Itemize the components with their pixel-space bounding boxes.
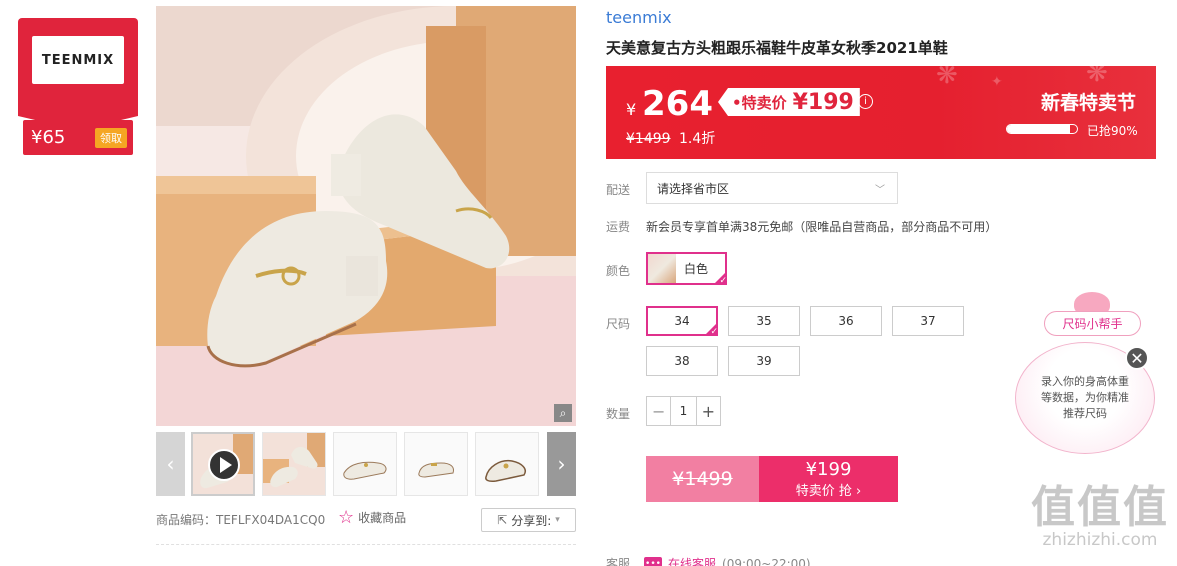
share-button[interactable]: ⇱ 分享到: ▾ — [481, 508, 576, 532]
info-icon[interactable]: i — [858, 94, 873, 109]
thumbnail-5[interactable] — [475, 432, 539, 496]
thumbnail-image — [405, 433, 467, 495]
coupon-bar[interactable]: ¥65 领取 — [23, 120, 133, 155]
decoration-icon: ✦ — [991, 74, 1003, 90]
size-option-36[interactable]: 36 — [810, 306, 882, 336]
product-title: 天美意复古方头粗跟乐福鞋牛皮革女秋季2021单鞋 — [606, 39, 948, 57]
thumbnail-image — [476, 433, 538, 495]
quantity-minus-button[interactable]: − — [647, 397, 670, 425]
watermark-url: zhizhizhi.com — [1042, 530, 1158, 550]
service-row: 客服 ••• 在线客服 (09:00~22:00) — [606, 555, 811, 566]
buy-button[interactable]: ¥199 特卖价 抢 › — [759, 456, 898, 502]
share-icon: ⇱ — [497, 513, 508, 527]
sold-progress-fill — [1007, 125, 1070, 133]
brand-link[interactable]: teenmix — [606, 8, 672, 27]
thumbnail-strip: ‹ › — [156, 432, 576, 496]
buy-original-price: ¥1499 — [672, 468, 733, 490]
special-price-label: •特卖价 — [732, 93, 787, 112]
special-price-value: ¥199 — [792, 89, 854, 115]
quantity-input[interactable]: 1 — [670, 397, 697, 425]
size-option-34[interactable]: 34 ✓ — [646, 306, 718, 337]
coupon-amount: ¥65 — [31, 127, 66, 148]
region-placeholder: 请选择省市区 — [657, 181, 730, 196]
favorite-label: 收藏商品 — [358, 511, 407, 525]
size-option-label: 39 — [756, 354, 772, 368]
thumbnail-next-button[interactable]: › — [547, 432, 576, 496]
size-option-35[interactable]: 35 — [728, 306, 800, 336]
check-icon: ✓ — [713, 271, 727, 286]
main-product-image[interactable]: ⌕ — [156, 6, 576, 426]
zoom-icon[interactable]: ⌕ — [554, 404, 572, 422]
buy-price: ¥199 — [805, 458, 852, 480]
star-icon: ☆ — [338, 506, 355, 528]
event-title: 新春特卖节 — [1040, 92, 1136, 114]
decoration-icon: ❋ — [1086, 66, 1108, 88]
price-currency: ¥ — [626, 100, 637, 119]
sold-progress-bar — [1006, 124, 1078, 134]
quantity-plus-button[interactable]: + — [697, 397, 720, 425]
size-option-label: 36 — [838, 314, 854, 328]
quantity-stepper: − 1 + — [646, 396, 721, 426]
thumbnail-image — [263, 433, 325, 495]
shipping-text: 新会员专享首单满38元免邮（限唯品自营商品，部分商品不可用） — [646, 220, 998, 234]
check-icon: ✓ — [704, 322, 718, 337]
size-helper-button[interactable]: 尺码小帮手 — [1044, 311, 1141, 336]
service-label: 客服 — [606, 557, 631, 566]
size-option-label: 34 — [674, 314, 690, 328]
original-price-row: ¥1499 1.4折 — [626, 128, 715, 148]
size-option-label: 37 — [920, 314, 936, 328]
chevron-down-icon: ▾ — [555, 515, 560, 525]
size-option-39[interactable]: 39 — [728, 346, 800, 376]
region-select[interactable]: 请选择省市区 ﹀ — [646, 172, 898, 204]
thumbnail-prev-button[interactable]: ‹ — [156, 432, 185, 496]
coupon-claim-button[interactable]: 领取 — [95, 127, 127, 148]
favorite-button[interactable]: ☆ 收藏商品 — [338, 506, 407, 528]
shipping-label: 运费 — [606, 220, 631, 234]
divider — [156, 544, 576, 545]
watermark: 值值值 zhizhizhi.com — [1030, 482, 1170, 551]
discount-rate: 1.4折 — [679, 131, 716, 147]
current-price: 264 — [642, 84, 713, 124]
price-banner: ❋ ✦ ❋ ¥ 264 •特卖价 ¥199 i ¥1499 1.4折 新春特卖节… — [606, 66, 1156, 159]
thumbnail-image — [193, 434, 253, 494]
product-photo — [156, 6, 576, 426]
chevron-down-icon: ﹀ — [875, 184, 885, 196]
size-option-38[interactable]: 38 — [646, 346, 718, 376]
original-price-block: ¥1499 — [646, 456, 759, 502]
size-option-label: 38 — [674, 354, 690, 368]
decoration-icon: ❋ — [936, 66, 958, 90]
thumbnail-4[interactable] — [404, 432, 468, 496]
size-option-label: 35 — [756, 314, 772, 328]
buy-label: 特卖价 抢 › — [795, 483, 862, 499]
brand-logo: TEENMIX — [32, 36, 124, 84]
color-label: 颜色 — [606, 264, 631, 278]
color-swatch — [648, 254, 676, 283]
size-option-37[interactable]: 37 — [892, 306, 964, 336]
online-service-link[interactable]: 在线客服 — [668, 555, 716, 566]
thumbnail-image — [334, 433, 396, 495]
chat-icon: ••• — [644, 556, 663, 566]
size-label: 尺码 — [606, 317, 631, 331]
watermark-logo: 值值值 — [1031, 482, 1169, 533]
color-option-label: 白色 — [684, 262, 709, 276]
delivery-label: 配送 — [606, 183, 631, 197]
thumbnail-2[interactable] — [262, 432, 326, 496]
close-icon[interactable]: ✕ — [1125, 346, 1149, 370]
share-label: 分享到: — [511, 513, 552, 528]
thumbnail-video[interactable] — [191, 432, 255, 496]
color-option-white[interactable]: 白色 ✓ — [646, 252, 727, 286]
special-price-tag: •特卖价 ¥199 — [718, 88, 860, 116]
sold-text: 已抢90% — [1087, 124, 1138, 138]
original-price: ¥1499 — [626, 131, 671, 147]
quantity-label: 数量 — [606, 407, 631, 421]
product-code: 商品编码：TEFLFX04DA1CQ0 — [156, 513, 326, 527]
thumbnail-3[interactable] — [333, 432, 397, 496]
brand-card[interactable]: TEENMIX — [18, 18, 138, 130]
service-hours: (09:00~22:00) — [722, 556, 811, 566]
size-helper-text: 录入你的身高体重等数据，为你精准推荐尺码 — [1041, 375, 1129, 420]
